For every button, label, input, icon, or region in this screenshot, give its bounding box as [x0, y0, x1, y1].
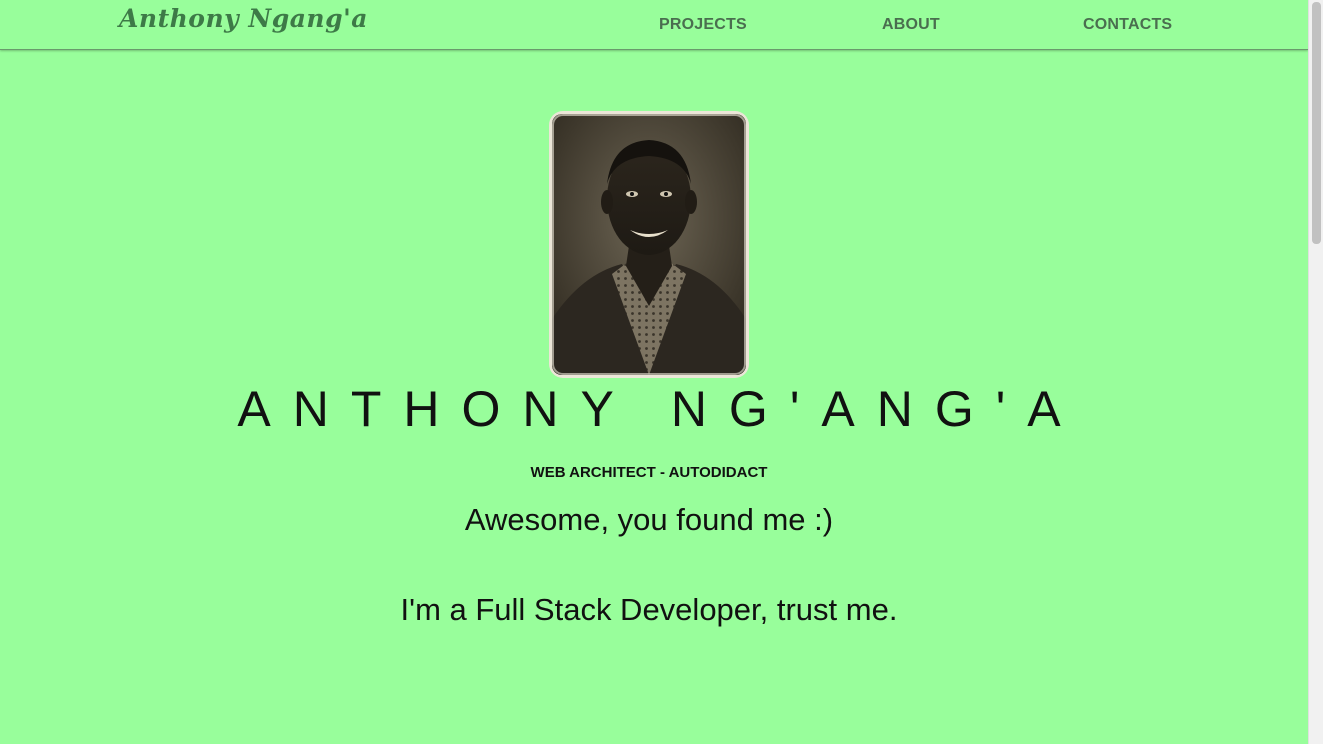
- hero-name: ANTHONY NG'ANG'A: [237, 381, 1083, 437]
- nav-contacts-link[interactable]: CONTACTS: [1083, 16, 1172, 34]
- page: Anthony Ngang'a PROJECTS ABOUT CONTACTS: [0, 0, 1308, 744]
- scrollbar-thumb[interactable]: [1312, 2, 1321, 244]
- vertical-scrollbar[interactable]: [1308, 0, 1323, 744]
- navbar: Anthony Ngang'a PROJECTS ABOUT CONTACTS: [0, 0, 1308, 50]
- profile-photo: [549, 111, 749, 378]
- brand-logo[interactable]: Anthony Ngang'a: [119, 4, 368, 33]
- hero-greeting: Awesome, you found me :): [464, 502, 834, 537]
- nav-about-link[interactable]: ABOUT: [882, 16, 940, 34]
- hero-role: WEB ARCHITECT - AUTODIDACT: [530, 464, 768, 481]
- nav-projects-link[interactable]: PROJECTS: [659, 16, 747, 34]
- hero-tagline: I'm a Full Stack Developer, trust me.: [400, 592, 898, 627]
